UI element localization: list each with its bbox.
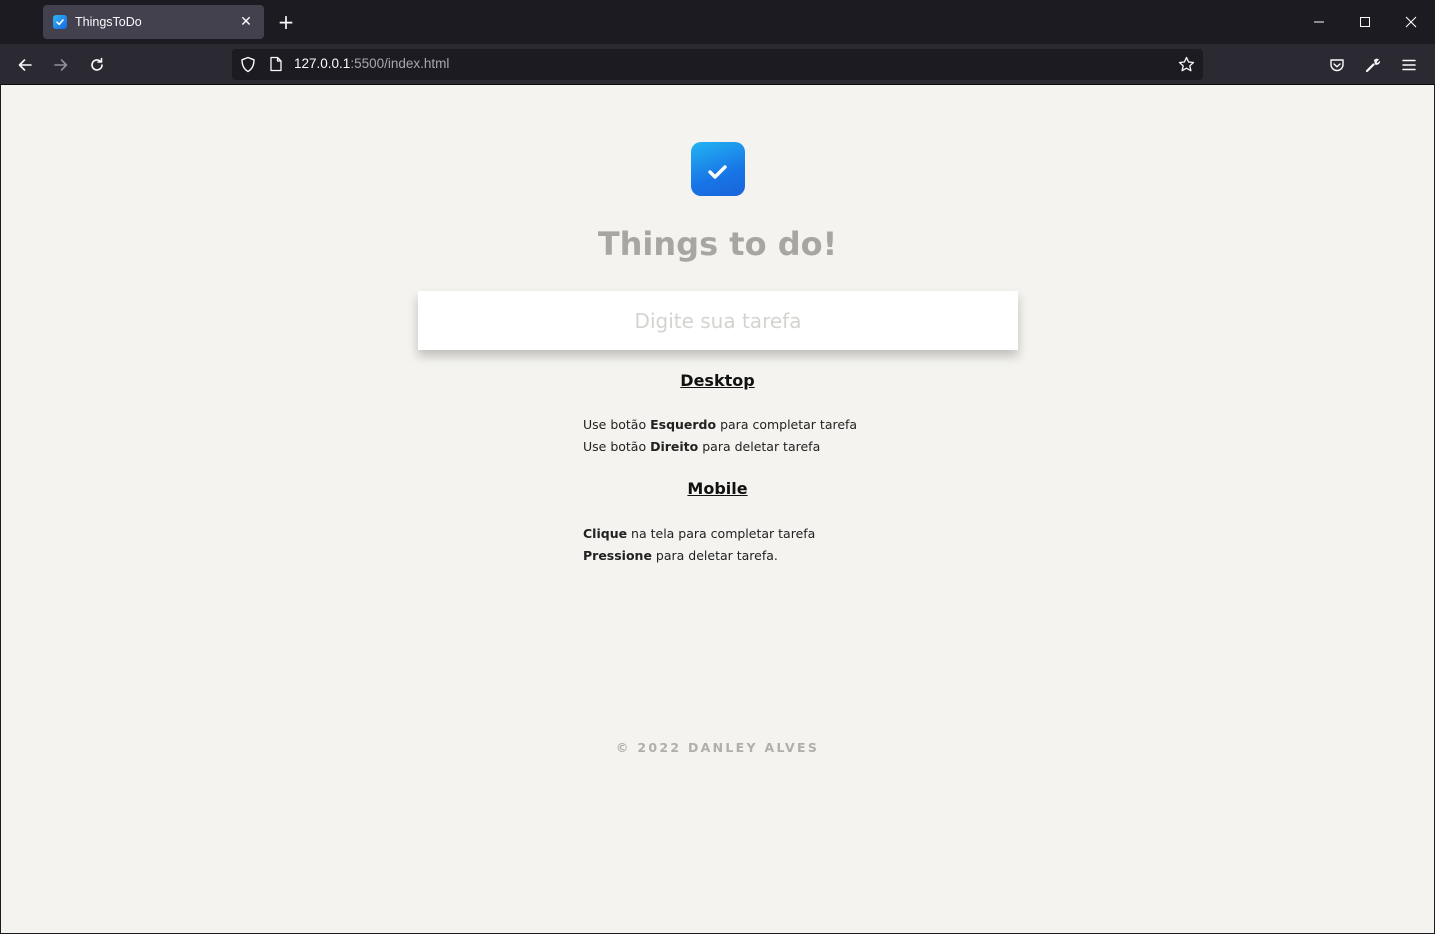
instruction-text: para deletar tarefa [698,439,821,454]
instruction-emphasis: Pressione [583,548,652,563]
desktop-instruction-delete: Use botão Direito para deletar tarefa [583,439,820,454]
url-host: 127.0.0.1 [294,56,351,71]
url-path: :5500/index.html [350,56,450,71]
instruction-emphasis: Direito [650,439,699,454]
pocket-icon [1330,59,1344,72]
navigation-toolbar: 127.0.0.1:5500/index.html [0,44,1435,85]
instruction-text: para deletar tarefa. [651,548,778,563]
desktop-heading: Desktop [680,371,755,390]
url-text[interactable]: 127.0.0.1:5500/index.html [294,56,449,71]
favicon-checkbox-icon [53,15,67,29]
mobile-instruction-delete: Pressione para deletar tarefa. [583,548,778,563]
arrow-left-icon [18,59,32,71]
instruction-text: para completar tarefa [716,417,858,432]
new-tab-button[interactable]: + [276,11,296,33]
instruction-text: na tela para completar tarefa [627,526,816,541]
tools-button[interactable] [1360,52,1386,78]
maximize-button[interactable] [1353,10,1377,34]
close-icon [1405,16,1417,28]
footer-copyright: © 2022 DANLEY ALVES [615,740,820,755]
instruction-text: Use botão [583,439,651,454]
address-bar[interactable]: 127.0.0.1:5500/index.html [232,49,1203,80]
tab-thingstodo[interactable]: ThingsToDo ✕ [43,5,264,39]
tab-title: ThingsToDo [75,15,142,29]
instruction-emphasis: Esquerdo [650,417,717,432]
star-icon[interactable] [1178,56,1195,77]
hamburger-menu-icon [1402,59,1416,71]
app-menu-button[interactable] [1396,52,1422,78]
instruction-text: Use botão [583,417,651,432]
task-input[interactable] [418,291,1018,350]
reload-button[interactable] [84,52,110,78]
maximize-icon [1360,17,1370,27]
forward-button[interactable] [48,52,74,78]
page-icon[interactable] [269,56,283,76]
arrow-right-icon [54,59,68,71]
mobile-heading: Mobile [687,479,748,498]
wrench-icon [1365,58,1381,73]
pocket-button[interactable] [1324,52,1350,78]
back-button[interactable] [12,52,38,78]
instruction-emphasis: Clique [583,526,628,541]
minimize-button[interactable] [1307,10,1331,34]
app-title: Things to do! [597,225,838,263]
page-viewport: Things to do! Desktop Use botão Esquerdo… [1,85,1434,933]
minimize-icon [1314,21,1324,23]
tab-strip: ThingsToDo ✕ + [0,0,1435,44]
tab-close-icon[interactable]: ✕ [238,14,254,30]
checkbox-check-icon [691,142,745,196]
shield-icon[interactable] [240,56,256,77]
close-window-button[interactable] [1399,10,1423,34]
mobile-instruction-complete: Clique na tela para completar tarefa [583,526,815,541]
reload-icon [91,57,103,71]
desktop-instruction-complete: Use botão Esquerdo para completar tarefa [583,417,857,432]
